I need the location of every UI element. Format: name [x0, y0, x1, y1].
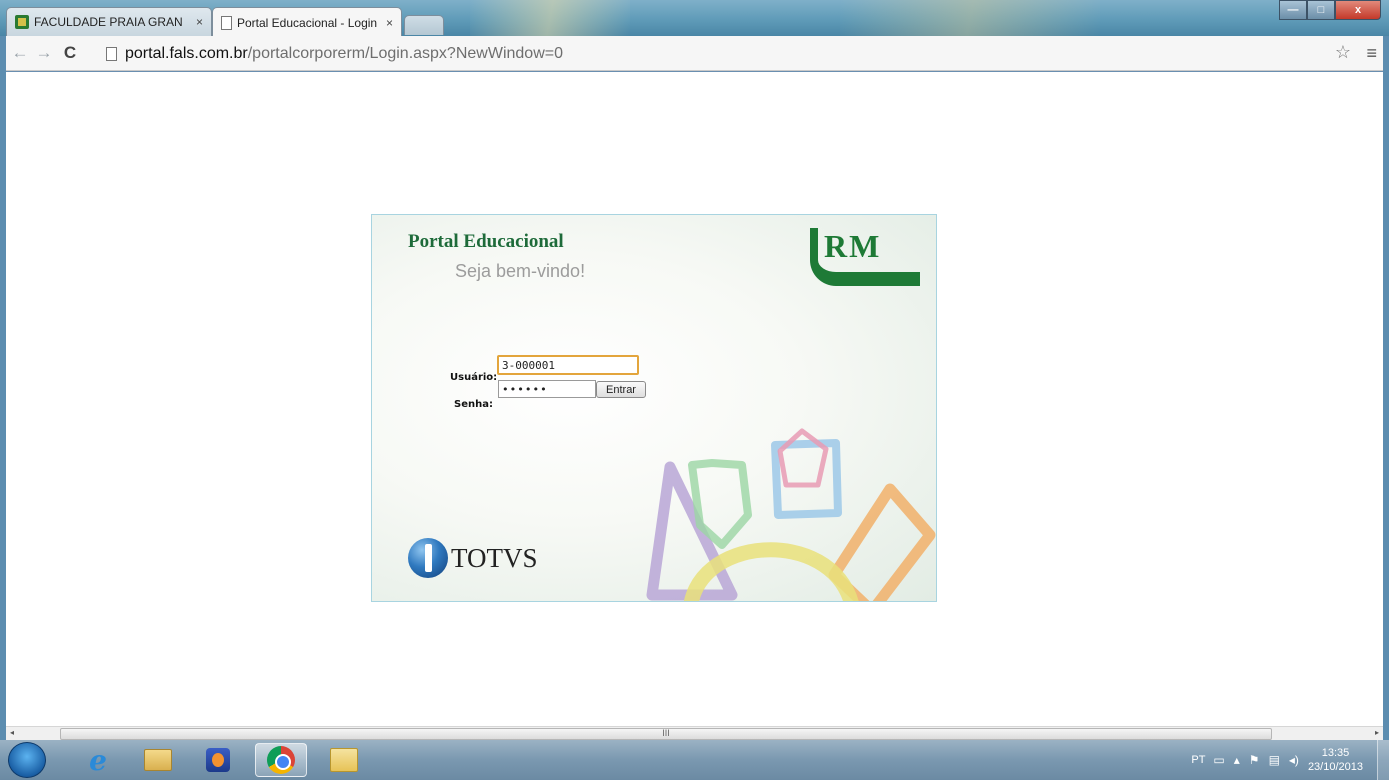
scroll-left-icon[interactable]: ◂: [10, 728, 14, 737]
minimize-button[interactable]: —: [1279, 0, 1307, 20]
rm-logo: RM: [810, 228, 922, 288]
rm-logo-text: RM: [824, 228, 882, 264]
page-icon: [106, 47, 117, 61]
clock-time: 13:35: [1321, 747, 1350, 759]
keyboard-icon[interactable]: ▭: [1213, 753, 1224, 767]
portal-title: Portal Educacional: [408, 231, 564, 252]
system-tray: PT ▭ ▴ ⚑ ▤ ◂) 13:35 23/10/2013: [1191, 740, 1389, 780]
tab-label: Portal Educacional - Login: [237, 15, 378, 30]
forward-arrow-icon[interactable]: →: [32, 43, 56, 63]
file-explorer-icon[interactable]: [132, 743, 184, 777]
outlook-icon[interactable]: [318, 743, 370, 777]
internet-explorer-icon[interactable]: e: [72, 743, 124, 777]
password-label: Senha:: [454, 399, 493, 410]
totvs-logo-text: TOTVS: [451, 542, 538, 573]
action-center-flag-icon[interactable]: ⚑: [1249, 753, 1260, 767]
titlebar-decoration: [470, 0, 630, 36]
show-desktop-button[interactable]: [1377, 740, 1389, 780]
tab-faculdade[interactable]: FACULDADE PRAIA GRAN ×: [6, 7, 212, 36]
close-window-button[interactable]: x: [1335, 0, 1381, 20]
welcome-text: Seja bem-vindo!: [455, 261, 586, 281]
maximize-button[interactable]: □: [1307, 0, 1335, 20]
start-button[interactable]: [8, 742, 46, 778]
new-tab-button[interactable]: [404, 15, 444, 35]
language-indicator[interactable]: PT: [1191, 754, 1205, 766]
username-label: Usuário:: [450, 372, 498, 383]
bookmark-star-icon[interactable]: ☆: [1335, 42, 1351, 63]
username-input[interactable]: 3-000001: [497, 355, 639, 375]
login-submit-button[interactable]: Entrar: [596, 381, 646, 398]
close-tab-icon[interactable]: ×: [196, 15, 203, 29]
windows-taskbar: e PT ▭ ▴ ⚑ ▤ ◂) 13:35 23/10/2013: [0, 740, 1389, 780]
totvs-globe-icon: [408, 538, 448, 578]
back-arrow-icon[interactable]: ←: [8, 43, 32, 63]
clock-date: 23/10/2013: [1307, 761, 1363, 773]
tab-label: FACULDADE PRAIA GRAN: [34, 15, 183, 29]
decorative-shapes: [646, 428, 936, 601]
address-bar[interactable]: portal.fals.com.br/portalcorporerm/Login…: [106, 41, 1316, 67]
reload-icon[interactable]: C: [56, 43, 84, 63]
network-icon[interactable]: ▤: [1269, 753, 1280, 767]
url-path: /portalcorporerm/Login.aspx?NewWindow=0: [247, 45, 563, 62]
volume-icon[interactable]: ◂): [1289, 753, 1299, 767]
window-border-right: [1383, 36, 1389, 740]
scroll-right-icon[interactable]: ▸: [1375, 728, 1379, 737]
chrome-icon[interactable]: [255, 743, 307, 777]
window-titlebar: FACULDADE PRAIA GRAN × Portal Educaciona…: [0, 0, 1389, 37]
url-host: portal.fals.com.br: [125, 45, 248, 62]
pink-pentagon-shape: [777, 428, 829, 488]
page-content: Portal Educacional Seja bem-vindo! RM Us…: [6, 72, 1383, 726]
tab-portal-login[interactable]: Portal Educacional - Login ×: [212, 7, 402, 37]
close-tab-icon[interactable]: ×: [386, 16, 393, 30]
login-panel: Portal Educacional Seja bem-vindo! RM Us…: [371, 214, 937, 602]
media-player-icon[interactable]: [192, 743, 244, 777]
system-clock[interactable]: 13:35 23/10/2013: [1308, 746, 1363, 774]
chrome-menu-icon[interactable]: ≡: [1366, 43, 1377, 64]
password-input[interactable]: ••••••: [498, 380, 596, 398]
horizontal-scrollbar[interactable]: ◂ III ▸: [6, 726, 1383, 740]
page-favicon-icon: [221, 15, 232, 30]
scrollbar-thumb[interactable]: III: [60, 728, 1272, 740]
window-controls: — □ x: [1279, 0, 1381, 20]
tray-expand-icon[interactable]: ▴: [1234, 753, 1240, 767]
browser-toolbar: ← → C portal.fals.com.br/portalcorporerm…: [0, 36, 1389, 71]
titlebar-decoration: [840, 0, 1100, 36]
totvs-logo: TOTVS: [408, 538, 538, 578]
site-favicon-icon: [15, 15, 29, 29]
